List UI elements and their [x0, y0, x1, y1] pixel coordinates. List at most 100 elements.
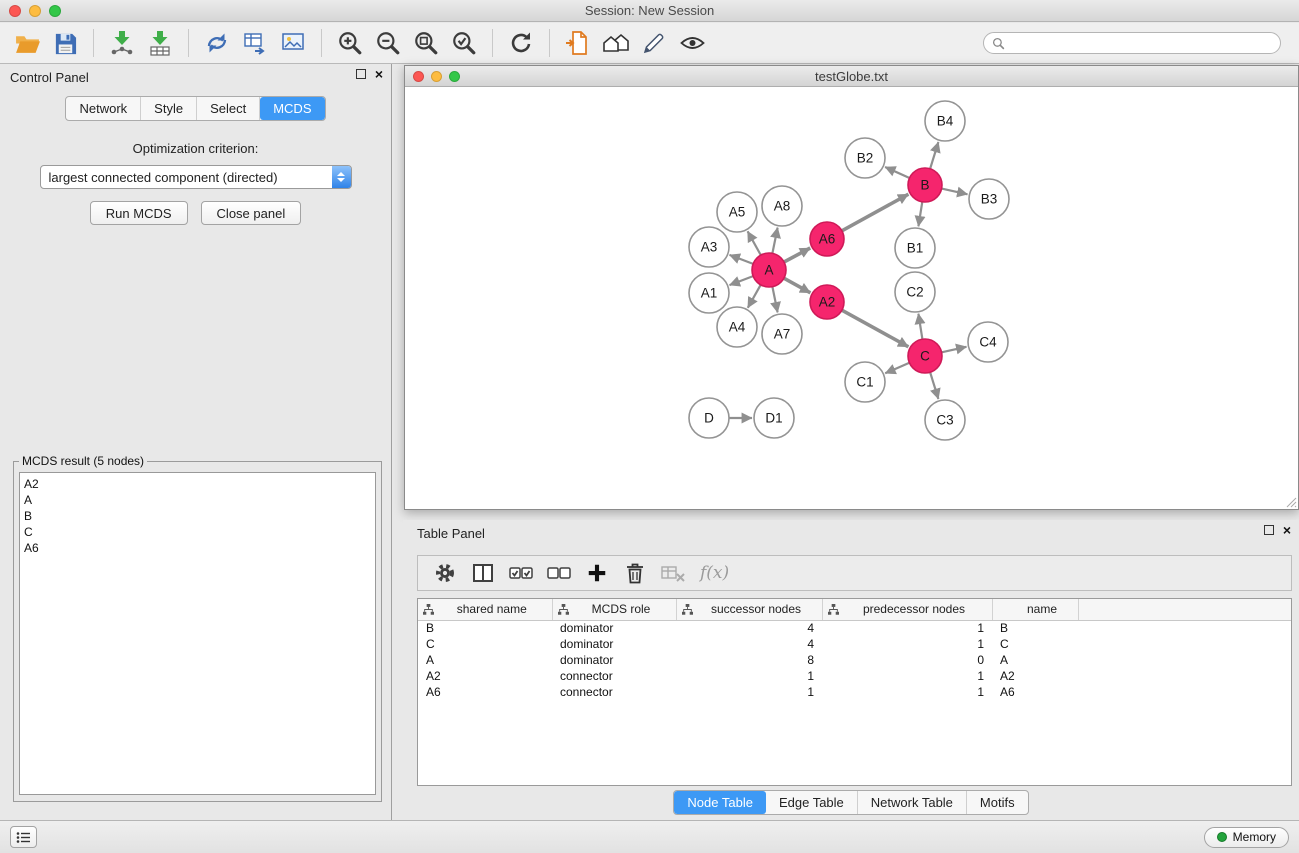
graph-node-B3[interactable]: B3 — [969, 179, 1009, 219]
table-row[interactable]: Bdominator41B — [418, 620, 1291, 636]
graph-node-C1[interactable]: C1 — [845, 362, 885, 402]
export-table-button[interactable] — [236, 26, 274, 60]
svg-text:C1: C1 — [856, 375, 873, 390]
mcds-result-item[interactable]: B — [24, 508, 375, 524]
graph-node-A4[interactable]: A4 — [717, 307, 757, 347]
checked-boxes-icon — [508, 561, 534, 585]
function-builder-button[interactable]: f(x) — [700, 563, 729, 583]
graph-node-B2[interactable]: B2 — [845, 138, 885, 178]
zoom-fit-button[interactable] — [407, 26, 445, 60]
column-header-mcds-role[interactable]: MCDS role — [552, 599, 676, 620]
graph-node-A8[interactable]: A8 — [762, 186, 802, 226]
column-header-successor-nodes[interactable]: successor nodes — [676, 599, 822, 620]
show-columns-button[interactable] — [466, 558, 500, 588]
network-zoom-button[interactable] — [449, 71, 460, 82]
zoom-in-button[interactable] — [331, 26, 369, 60]
zoom-window-button[interactable] — [49, 5, 61, 17]
graph-node-A2[interactable]: A2 — [810, 285, 844, 319]
task-history-button[interactable] — [10, 826, 37, 848]
tab-motifs[interactable]: Motifs — [967, 791, 1028, 814]
tab-style[interactable]: Style — [141, 97, 197, 120]
table-panel-header: Table Panel × — [403, 520, 1299, 546]
open-session-button[interactable] — [8, 26, 46, 60]
export-image-button[interactable] — [274, 26, 312, 60]
tab-edge-table[interactable]: Edge Table — [766, 791, 858, 814]
minimize-window-button[interactable] — [29, 5, 41, 17]
column-header-predecessor-nodes[interactable]: predecessor nodes — [822, 599, 992, 620]
mcds-result-group: MCDS result (5 nodes) A2ABCA6 — [13, 454, 382, 802]
table-row[interactable]: Cdominator41C — [418, 636, 1291, 652]
close-panel-icon[interactable]: × — [375, 69, 383, 79]
node-table[interactable]: shared name MCDS role successor nodes — [417, 598, 1292, 786]
graph-node-A1[interactable]: A1 — [689, 273, 729, 313]
column-header-filler — [1078, 599, 1291, 620]
import-table-file-button[interactable] — [141, 26, 179, 60]
open-style-button[interactable] — [559, 26, 597, 60]
network-close-button[interactable] — [413, 71, 424, 82]
mcds-result-item[interactable]: A — [24, 492, 375, 508]
export-network-button[interactable] — [198, 26, 236, 60]
refresh-button[interactable] — [502, 26, 540, 60]
mcds-result-item[interactable]: A6 — [24, 540, 375, 556]
float-table-panel-icon[interactable] — [1264, 525, 1274, 535]
float-panel-icon[interactable] — [356, 69, 366, 79]
network-graph[interactable]: B4 B2 B B3 A8A5 A6 A3 B1 A A1 C2 A2 A4A7 C4 C C1 C3 D D1 — [405, 88, 1298, 509]
select-all-columns-button[interactable] — [504, 558, 538, 588]
graph-node-A6[interactable]: A6 — [810, 222, 844, 256]
graph-node-C3[interactable]: C3 — [925, 400, 965, 440]
table-panel-tabs: Node Table Edge Table Network Table Moti… — [403, 790, 1299, 815]
import-network-file-button[interactable] — [103, 26, 141, 60]
graph-node-B4[interactable]: B4 — [925, 101, 965, 141]
create-column-button[interactable] — [580, 558, 614, 588]
zoom-selected-button[interactable] — [445, 26, 483, 60]
graph-node-C2[interactable]: C2 — [895, 272, 935, 312]
table-settings-button[interactable] — [428, 558, 462, 588]
optimization-criterion-select[interactable]: largest connected component (directed) — [40, 165, 352, 189]
close-table-panel-icon[interactable]: × — [1283, 525, 1291, 535]
zoom-out-button[interactable] — [369, 26, 407, 60]
save-session-button[interactable] — [46, 26, 84, 60]
delete-table-button[interactable] — [656, 558, 690, 588]
graph-node-A7[interactable]: A7 — [762, 314, 802, 354]
search-box[interactable] — [983, 32, 1281, 54]
graph-node-A5[interactable]: A5 — [717, 192, 757, 232]
graph-node-D1[interactable]: D1 — [754, 398, 794, 438]
search-input[interactable] — [1010, 36, 1272, 50]
mcds-result-item[interactable]: C — [24, 524, 375, 540]
graph-node-C[interactable]: C — [908, 339, 942, 373]
graph-node-A3[interactable]: A3 — [689, 227, 729, 267]
show-graphics-button[interactable] — [673, 26, 711, 60]
run-mcds-button[interactable]: Run MCDS — [90, 201, 188, 225]
zoom-selected-icon — [451, 30, 477, 56]
tab-network[interactable]: Network — [66, 97, 141, 120]
annotation-button[interactable] — [635, 26, 673, 60]
tab-node-table[interactable]: Node Table — [674, 791, 766, 814]
resize-grip-icon[interactable] — [1285, 496, 1297, 508]
column-header-name[interactable]: name — [992, 599, 1078, 620]
graph-node-D[interactable]: D — [689, 398, 729, 438]
gear-icon — [433, 561, 457, 585]
mcds-result-item[interactable]: A2 — [24, 476, 375, 492]
table-row[interactable]: Adominator80A — [418, 652, 1291, 668]
close-panel-button[interactable]: Close panel — [201, 201, 302, 225]
delete-column-button[interactable] — [618, 558, 652, 588]
graph-node-B1[interactable]: B1 — [895, 228, 935, 268]
network-canvas[interactable]: B4 B2 B B3 A8A5 A6 A3 B1 A A1 C2 A2 A4A7 C4 C C1 C3 D D1 — [405, 88, 1298, 509]
tab-network-table[interactable]: Network Table — [858, 791, 967, 814]
home-button[interactable] — [597, 26, 635, 60]
mcds-result-list[interactable]: A2ABCA6 — [19, 472, 376, 795]
graph-node-A[interactable]: A — [752, 253, 786, 287]
table-row[interactable]: A6connector11A6 — [418, 684, 1291, 700]
tab-mcds[interactable]: MCDS — [260, 97, 324, 120]
zoom-in-icon — [337, 30, 363, 56]
unselect-all-columns-button[interactable] — [542, 558, 576, 588]
graph-node-B[interactable]: B — [908, 168, 942, 202]
table-row[interactable]: A2connector11A2 — [418, 668, 1291, 684]
close-window-button[interactable] — [9, 5, 21, 17]
graph-node-C4[interactable]: C4 — [968, 322, 1008, 362]
tab-select[interactable]: Select — [197, 97, 260, 120]
memory-button[interactable]: Memory — [1204, 827, 1289, 848]
column-header-shared-name[interactable]: shared name — [418, 599, 552, 620]
network-window-titlebar[interactable]: testGlobe.txt — [405, 66, 1298, 87]
network-minimize-button[interactable] — [431, 71, 442, 82]
